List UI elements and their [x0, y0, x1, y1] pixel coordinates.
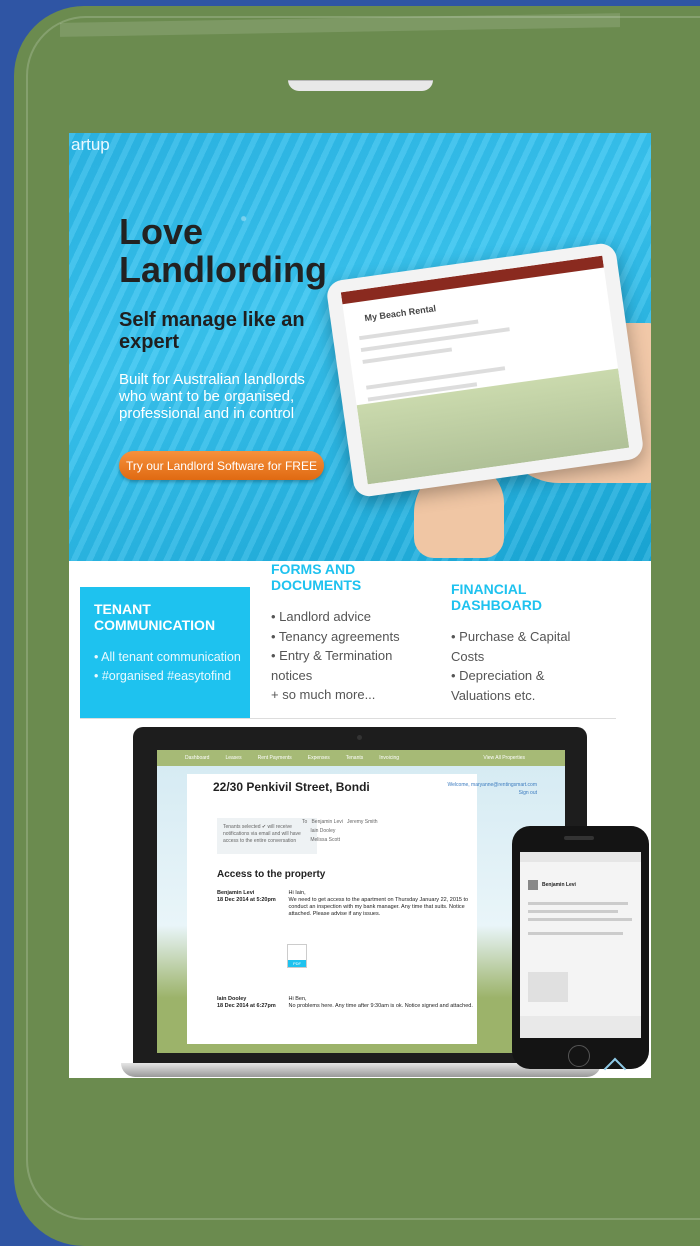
email-line: [528, 918, 632, 921]
feature-heading: FORMS AND DOCUMENTS: [271, 561, 362, 593]
tenant-checkbox[interactable]: Benjamin Levi: [311, 819, 342, 825]
hero-subtitle: Self manage like an expert: [119, 309, 305, 353]
feature-item: • Purchase & Capital Costs: [451, 629, 571, 664]
nav-leases[interactable]: Leases: [225, 755, 241, 761]
message-body: No problems here. Any time after 9:30am …: [288, 1003, 473, 1009]
message-date: 18 Dec 2014 at 6:27pm: [217, 1003, 276, 1009]
home-button: [568, 1045, 590, 1067]
nav-invoicing[interactable]: Invoicing: [379, 755, 399, 761]
nav-tenants[interactable]: Tenants: [346, 755, 364, 761]
feature-item: • Tenancy agreements: [271, 628, 400, 644]
iphone-speaker: [564, 836, 594, 840]
phone-screen: artup Love Landlording Self manage like …: [69, 133, 651, 1078]
message: Benjamin Levi Hi Iain, 18 Dec 2014 at 5:…: [217, 890, 497, 918]
recipient-list: To Benjamin Levi Jeremy Smith Iain Doole…: [302, 818, 472, 845]
feature-item: + so much more...: [271, 687, 376, 702]
feature-list: • Landlord advice • Tenancy agreements •…: [271, 607, 431, 705]
tablet-row: [360, 327, 510, 353]
feature-heading: FINANCIAL DASHBOARD: [451, 581, 542, 613]
message-body: We need to get access to the apartment o…: [288, 897, 469, 917]
property-address: 22/30 Penkivil Street, Bondi: [213, 780, 370, 794]
conversation-subject: Access to the property: [217, 869, 326, 880]
hero-section: artup Love Landlording Self manage like …: [69, 133, 651, 561]
feature-item: • All tenant communication: [94, 650, 241, 664]
feature-heading: TENANT COMMUNICATION: [94, 601, 216, 633]
to-label: To: [302, 819, 308, 825]
feature-item: • #organised #easytofind: [94, 669, 232, 683]
email-line: [528, 932, 623, 935]
iphone-illustration: Benjamin Levi: [512, 826, 649, 1069]
iphone-screen: Benjamin Levi: [520, 852, 641, 1038]
tenant-checkbox[interactable]: Iain Dooley: [310, 828, 335, 834]
tablet-title: My Beach Rental: [363, 303, 437, 324]
laptop-screen: Dashboard Leases Rent Payments Expenses …: [157, 750, 565, 1053]
welcome-email: Welcome, maryanne@rentingsmart.com: [447, 782, 537, 788]
feature-item: • Entry & Termination notices: [271, 648, 393, 683]
nav-dashboard[interactable]: Dashboard: [185, 755, 209, 761]
message-author: Benjamin Levi: [217, 890, 255, 896]
feature-tenant-communication[interactable]: TENANT COMMUNICATION • All tenant commun…: [80, 587, 250, 718]
email-line: [528, 902, 628, 905]
message-greeting: Hi Iain,: [288, 890, 306, 896]
message: Iain Dooley Hi Ben, 18 Dec 2014 at 6:27p…: [217, 996, 497, 1010]
message-greeting: Hi Ben,: [288, 996, 307, 1002]
pdf-label: PDF: [288, 960, 306, 967]
app-nav: Dashboard Leases Rent Payments Expenses …: [157, 750, 565, 766]
brand-fragment[interactable]: artup: [71, 135, 110, 155]
hero-description: Built for Australian landlords who want …: [119, 371, 305, 422]
hero-title: Love Landlording: [119, 211, 327, 290]
sign-out-link[interactable]: Sign out: [448, 789, 537, 797]
features-section: TENANT COMMUNICATION • All tenant commun…: [69, 561, 651, 731]
tenant-checkbox[interactable]: Melissa Scott: [310, 837, 340, 843]
try-free-button[interactable]: Try our Landlord Software for FREE: [119, 451, 324, 480]
email-sender: Benjamin Levi: [542, 882, 576, 888]
email-toolbar: [520, 1016, 641, 1038]
tablet-illustration: My Beach Rental: [325, 241, 645, 499]
speaker-notch: [288, 80, 433, 91]
tenant-checkbox[interactable]: Jeremy Smith: [347, 819, 378, 825]
camera-icon: [357, 735, 362, 740]
section-divider: [80, 718, 616, 719]
message-author: Iain Dooley: [217, 996, 247, 1002]
feature-item: • Depreciation & Valuations etc.: [451, 668, 545, 703]
pdf-attachment-icon[interactable]: PDF: [287, 944, 307, 968]
nav-rent-payments[interactable]: Rent Payments: [258, 755, 292, 761]
welcome-text: Welcome, maryanne@rentingsmart.com Sign …: [448, 781, 537, 797]
feature-list: • Purchase & Capital Costs • Depreciatio…: [451, 627, 601, 705]
email-line: [528, 910, 618, 913]
email-attachment: [528, 972, 568, 1002]
nav-expenses[interactable]: Expenses: [308, 755, 330, 761]
iphone-status-bar: [520, 852, 641, 862]
tablet-header-bar: [340, 255, 604, 305]
tablet-screen: My Beach Rental: [340, 255, 630, 485]
message-date: 18 Dec 2014 at 5:20pm: [217, 897, 276, 903]
avatar: [528, 880, 538, 890]
feature-list: • All tenant communication • #organised …: [94, 648, 241, 686]
nav-view-all-properties[interactable]: View All Properties: [483, 755, 525, 761]
feature-item: • Landlord advice: [271, 609, 371, 624]
